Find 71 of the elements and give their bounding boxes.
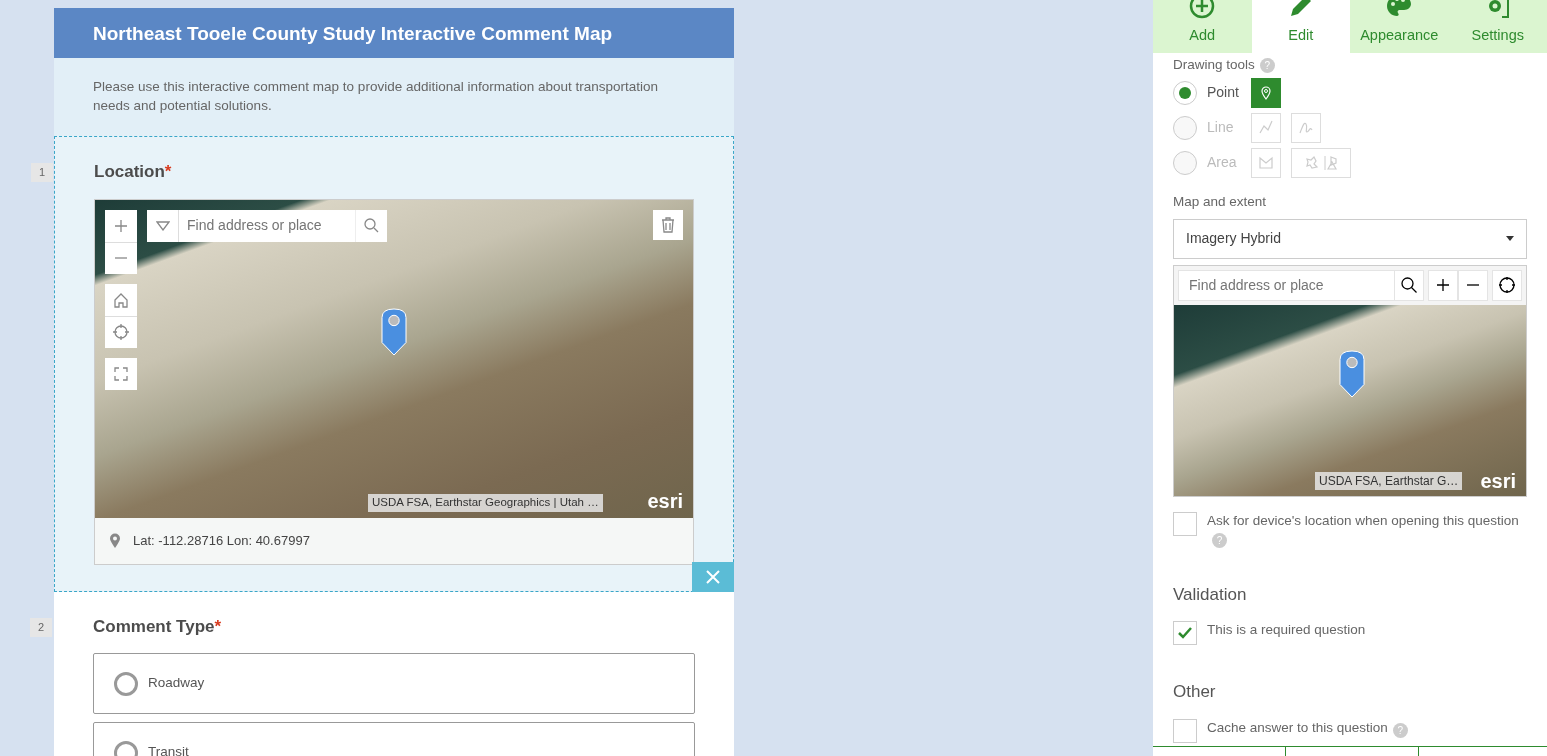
- question-number: 1: [31, 163, 53, 182]
- question-label: Comment Type: [93, 616, 215, 636]
- search-field[interactable]: Find address or place: [179, 209, 355, 242]
- section-heading: Other: [1173, 681, 1217, 703]
- fullscreen-icon: [114, 366, 128, 381]
- map-attribution: USDA FSA, Earthstar G…: [1315, 471, 1463, 490]
- drawing-tool-button[interactable]: [1251, 77, 1281, 108]
- option-label: Area: [1207, 153, 1238, 173]
- panel-tab[interactable]: Settings: [1448, 0, 1547, 53]
- field-label: Map and extent: [1173, 193, 1267, 212]
- plus-icon: [1436, 278, 1450, 292]
- checkbox[interactable]: [1173, 621, 1197, 645]
- zoom-in-button[interactable]: [1428, 269, 1458, 301]
- pin-icon: [1259, 84, 1273, 101]
- crosshair-icon: [1498, 276, 1516, 294]
- choice-option[interactable]: Transit: [93, 722, 695, 756]
- panel-tab[interactable]: Appearance: [1350, 0, 1449, 53]
- checkbox-label: This is a required question: [1207, 621, 1366, 638]
- caret-icon: [1506, 236, 1514, 241]
- search-icon: [1401, 277, 1417, 293]
- radio-button[interactable]: [114, 671, 138, 696]
- checkbox-label: Cache answer to this question ?: [1207, 718, 1408, 738]
- caret-icon: [155, 220, 170, 231]
- required-asterisk: *: [214, 616, 222, 636]
- form-description: Please use this interactive comment map to provide additional information about transportation needs and potential solutions.: [54, 58, 734, 136]
- basemap-dropdown[interactable]: Imagery Hybrid: [1173, 218, 1527, 259]
- polyline-icon: [1259, 119, 1273, 136]
- fullscreen-button[interactable]: [105, 357, 137, 390]
- polygon-icon: [1259, 154, 1273, 171]
- option-label: Point: [1207, 83, 1240, 103]
- choice-option[interactable]: Roadway: [93, 653, 695, 714]
- home-button[interactable]: [105, 283, 137, 316]
- shapes-icon: [1305, 154, 1337, 171]
- locate-button[interactable]: [1492, 269, 1522, 301]
- close-icon: [706, 569, 720, 584]
- option-label: Line: [1207, 118, 1235, 138]
- search-button[interactable]: [1394, 269, 1424, 301]
- satellite-map-image[interactable]: Find address or place USDA FSA, Earthstar Geographics | Utah … esri: [95, 199, 693, 518]
- map-pin-icon: [381, 307, 407, 356]
- map-attribution: USDA FSA, Earthstar Geographics | Utah …: [368, 494, 603, 512]
- crosshair-icon: [113, 324, 129, 340]
- close-button[interactable]: [692, 561, 734, 592]
- zoom-in-button[interactable]: [105, 209, 137, 242]
- panel-tab[interactable]: Add: [1153, 0, 1252, 53]
- dropdown-button[interactable]: [147, 209, 179, 242]
- map-logo: esri: [647, 488, 683, 514]
- zoom-out-button[interactable]: [1458, 269, 1488, 301]
- home-icon: [113, 291, 129, 308]
- trash-icon: [661, 216, 675, 233]
- map-logo: esri: [1480, 468, 1516, 494]
- radio-button[interactable]: [1173, 80, 1197, 105]
- coordinates-text: Lat: -112.28716 Lon: 40.67997: [133, 531, 310, 550]
- option-label: Transit: [148, 743, 189, 756]
- checkbox-label: Ask for device's location when opening this question ?: [1207, 511, 1520, 548]
- option-label: Roadway: [148, 674, 205, 693]
- search-field[interactable]: Find address or place: [1178, 269, 1394, 301]
- checkbox[interactable]: [1173, 718, 1197, 743]
- form-title: Northeast Tooele County Study Interactive Comment Map: [54, 8, 734, 58]
- delete-button[interactable]: [653, 209, 683, 240]
- question-label: Location: [94, 162, 165, 181]
- search-icon: [364, 218, 379, 233]
- satellite-map-image[interactable]: USDA FSA, Earthstar G… esri: [1174, 304, 1526, 496]
- plus-icon: [114, 218, 128, 233]
- location-pin-icon: [109, 532, 121, 549]
- required-asterisk: *: [164, 162, 172, 181]
- field-label: Drawing tools: [1173, 56, 1255, 74]
- checkbox[interactable]: [1173, 511, 1197, 536]
- question-number: 2: [30, 617, 52, 637]
- map-pin-icon: [1339, 349, 1365, 398]
- check-icon: [1178, 627, 1192, 639]
- section-heading: Validation: [1173, 583, 1248, 606]
